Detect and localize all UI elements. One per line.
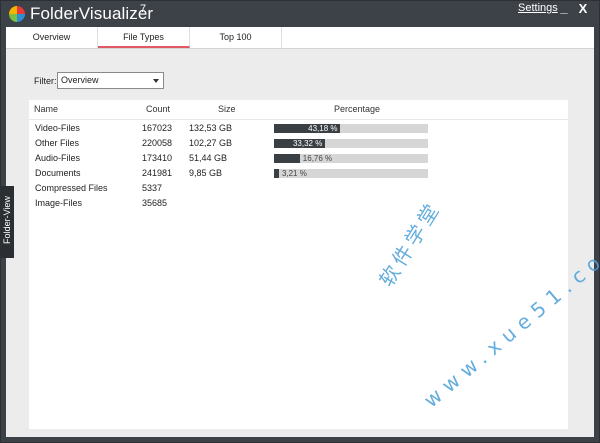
table-row[interactable]: Audio-Files 173410 51,44 GB 16,76 % [29, 151, 568, 165]
table-row[interactable]: Other Files 220058 102,27 GB 33,32 % [29, 136, 568, 150]
percentage-bar: 33,32 % [274, 139, 428, 148]
tab-bar: Overview File Types Top 100 [6, 27, 594, 49]
table-row[interactable]: Video-Files 167023 132,53 GB 43,18 % [29, 121, 568, 135]
table-row[interactable]: Image-Files 35685 [29, 196, 568, 210]
row-count: 167023 [142, 123, 173, 133]
row-size: 51,44 GB [189, 153, 228, 163]
row-size: 102,27 GB [189, 138, 233, 148]
row-size: 9,85 GB [189, 168, 223, 178]
close-button[interactable]: X [576, 1, 590, 19]
app-title: FolderVisualizer [30, 4, 154, 23]
percentage-bar: 43,18 % [274, 124, 428, 133]
side-tab-label: Folder-View [2, 196, 12, 244]
percentage-bar: 16,76 % [274, 154, 428, 163]
table-row[interactable]: Documents 241981 9,85 GB 3,21 % [29, 166, 568, 180]
percentage-label: 16,76 % [302, 154, 333, 163]
column-header-name[interactable]: Name [34, 104, 58, 114]
app-version: 7 [140, 3, 147, 15]
chevron-down-icon [153, 79, 159, 83]
percentage-label: 33,32 % [292, 139, 323, 148]
filter-selected-value: Overview [61, 75, 99, 85]
row-name: Compressed Files [35, 183, 108, 193]
folder-view-side-tab[interactable]: Folder-View [1, 186, 14, 258]
filter-dropdown[interactable]: Overview [57, 72, 164, 89]
column-header-percentage[interactable]: Percentage [334, 104, 380, 114]
percentage-bar: 3,21 % [274, 169, 428, 178]
tab-file-types[interactable]: File Types [98, 27, 190, 48]
filter-label: Filter: [34, 76, 57, 86]
row-name: Audio-Files [35, 153, 81, 163]
row-count: 5337 [142, 183, 163, 193]
row-count: 35685 [142, 198, 168, 208]
foldervisualizer-logo-icon [9, 6, 25, 22]
column-header-size[interactable]: Size [218, 104, 236, 114]
percentage-label: 43,18 % [308, 124, 338, 133]
row-name: Image-Files [35, 198, 83, 208]
row-count: 173410 [142, 153, 173, 163]
tab-overview[interactable]: Overview [6, 27, 98, 48]
file-types-table: Name Count Size Percentage Video-Files 1… [29, 100, 568, 429]
app-window: FolderVisualizer 7 Settings _ X Overview… [0, 0, 600, 443]
column-header-count[interactable]: Count [146, 104, 170, 114]
row-count: 241981 [142, 168, 173, 178]
percentage-bar-fill [274, 154, 300, 163]
row-size: 132,53 GB [189, 123, 233, 133]
minimize-button[interactable]: _ [557, 1, 571, 19]
table-row[interactable]: Compressed Files 5337 [29, 181, 568, 195]
percentage-bar-fill [274, 169, 279, 178]
row-count: 220058 [142, 138, 173, 148]
row-name: Video-Files [35, 123, 80, 133]
row-name: Documents [35, 168, 81, 178]
percentage-label: 3,21 % [281, 169, 307, 178]
tab-top-100[interactable]: Top 100 [190, 27, 282, 48]
header-divider [29, 119, 568, 120]
main-panel: Overview File Types Top 100 Filter: Over… [6, 27, 594, 437]
row-name: Other Files [35, 138, 80, 148]
settings-link[interactable]: Settings [518, 2, 558, 14]
title-bar: FolderVisualizer 7 Settings _ X [1, 1, 599, 27]
